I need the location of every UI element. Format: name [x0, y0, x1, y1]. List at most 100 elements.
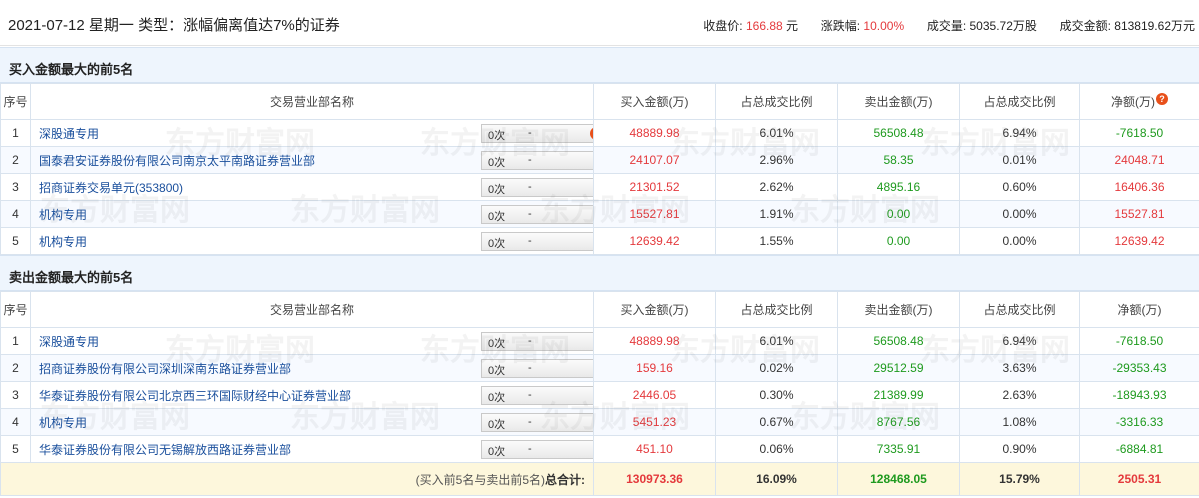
col-header-branch: 交易营业部名称 — [30, 83, 594, 120]
trade-count-dash: - — [528, 235, 532, 247]
col-header-net-label: 净额(万) — [1111, 95, 1155, 109]
branch-cell: 深股通专用 0次 - — [30, 327, 594, 355]
buy-pct: 2.62% — [715, 173, 838, 201]
trade-count-box[interactable]: 0次 -? — [481, 124, 593, 143]
branch-cell: 机构专用 0次 - — [30, 200, 594, 228]
branch-name-link[interactable]: 机构专用 — [39, 416, 87, 430]
trade-count-box[interactable]: 0次 - — [481, 205, 593, 224]
trade-count: 0次 — [488, 130, 506, 142]
trade-count-box[interactable]: 0次 - — [481, 359, 593, 378]
trade-count-box[interactable]: 0次 - — [481, 440, 593, 459]
sell-amount: 4895.16 — [837, 173, 960, 201]
row-no: 5 — [0, 227, 31, 255]
net-amount: 12639.42 — [1079, 227, 1199, 255]
total-row: (买入前5名与卖出前5名)总合计: 130973.36 16.09% 12846… — [0, 462, 1199, 496]
sell-pct: 0.60% — [959, 173, 1080, 201]
trade-count-box[interactable]: 0次 - — [481, 386, 593, 405]
branch-cell: 深股通专用 0次 -? — [30, 119, 594, 147]
net-amount: -18943.93 — [1079, 381, 1199, 409]
help-icon[interactable]: ? — [1156, 93, 1168, 105]
buy-amount: 12639.42 — [593, 227, 716, 255]
table-header-row: 序号 交易营业部名称 买入金额(万) 占总成交比例 卖出金额(万) 占总成交比例… — [0, 83, 1199, 120]
sell-amount: 58.35 — [837, 146, 960, 174]
table-row: 5 华泰证券股份有限公司无锡解放西路证券营业部 0次 - 451.10 0.06% 7335… — [0, 435, 1199, 463]
col-header-sell-pct: 占总成交比例 — [959, 83, 1080, 120]
buy-pct: 0.06% — [715, 435, 838, 463]
row-no: 1 — [0, 327, 31, 355]
row-no: 4 — [0, 200, 31, 228]
volume-value: 5035.72万股 — [969, 19, 1037, 33]
sell-pct: 0.90% — [959, 435, 1080, 463]
sell-pct: 6.94% — [959, 327, 1080, 355]
buy-pct: 1.55% — [715, 227, 838, 255]
branch-name-link[interactable]: 华泰证券股份有限公司北京西三环国际财经中心证券营业部 — [39, 389, 351, 403]
branch-name-link[interactable]: 招商证券股份有限公司深圳深南东路证券营业部 — [39, 362, 291, 376]
table-row: 1 深股通专用 0次 -?48889.986.01%56508.486.94%-761… — [0, 119, 1199, 147]
branch-name-link[interactable]: 机构专用 — [39, 235, 87, 249]
branch-name-link[interactable]: 招商证券交易单元(353800) — [39, 181, 183, 195]
net-amount: -3316.33 — [1079, 408, 1199, 436]
buy-section-header: 买入金额最大的前5名 — [0, 47, 1199, 83]
total-sell: 128468.05 — [837, 462, 960, 496]
branch-name-link[interactable]: 深股通专用 — [39, 335, 99, 349]
col-header-net: 净额(万)? — [1079, 83, 1199, 120]
trade-count-dash: - — [528, 127, 532, 139]
trade-count-box[interactable]: 0次 - — [481, 413, 593, 432]
net-amount: -29353.43 — [1079, 354, 1199, 382]
net-amount: -7618.50 — [1079, 327, 1199, 355]
trade-count: 0次 — [488, 365, 506, 377]
sell-section-header: 卖出金额最大的前5名 — [0, 255, 1199, 291]
branch-cell: 招商证券交易单元(353800) 0次 - — [30, 173, 594, 201]
trade-count: 0次 — [488, 238, 506, 250]
table-row: 5 机构专用 0次 -12639.42 1.55% 0.00 0.00% 12639.42 — [0, 227, 1199, 255]
trade-count-dash: - — [528, 362, 532, 374]
col-header-no: 序号 — [0, 291, 31, 328]
buy-top5-table: 序号 交易营业部名称 买入金额(万) 占总成交比例 卖出金额(万) 占总成交比例… — [0, 83, 1199, 255]
branch-name-link[interactable]: 华泰证券股份有限公司无锡解放西路证券营业部 — [39, 443, 291, 457]
row-no: 4 — [0, 408, 31, 436]
trade-count-box[interactable]: 0次 - — [481, 232, 593, 251]
summary-bar: 2021-07-12 星期一 类型：涨幅偏离值达7%的证券 收盘价: 166.8… — [0, 0, 1199, 46]
amount-value: 813819.62万元 — [1114, 19, 1195, 33]
trade-count-box[interactable]: 0次 - — [481, 332, 593, 351]
branch-name-link[interactable]: 国泰君安证券股份有限公司南京太平南路证券营业部 — [39, 154, 315, 168]
branch-cell: 机构专用 0次 - — [30, 227, 594, 255]
sell-pct: 2.63% — [959, 381, 1080, 409]
branch-cell: 华泰证券股份有限公司无锡解放西路证券营业部 0次 - — [30, 435, 594, 463]
trade-count-dash: - — [528, 443, 532, 455]
col-header-sell: 卖出金额(万) — [837, 291, 960, 328]
branch-name-link[interactable]: 机构专用 — [39, 208, 87, 222]
trade-count-box[interactable]: 0次 - — [481, 178, 593, 197]
help-icon[interactable]: ? — [590, 127, 593, 140]
trade-count-box[interactable]: 0次 - — [481, 151, 593, 170]
sell-amount: 7335.91 — [837, 435, 960, 463]
branch-cell: 机构专用 0次 - — [30, 408, 594, 436]
table-row: 3 华泰证券股份有限公司北京西三环国际财经中心证券营业部 0次 - 2446.05 0.3… — [0, 381, 1199, 409]
table-row: 3 招商证券交易单元(353800) 0次 - 21301.52 2.62% 4895.16… — [0, 173, 1199, 201]
total-label: (买入前5名与卖出前5名)总合计: — [0, 462, 594, 496]
buy-amount: 21301.52 — [593, 173, 716, 201]
volume-label: 成交量: — [926, 19, 967, 33]
buy-pct: 2.96% — [715, 146, 838, 174]
trade-count: 0次 — [488, 157, 506, 169]
sell-amount: 8767.56 — [837, 408, 960, 436]
sell-top5-table: 序号 交易营业部名称 买入金额(万) 占总成交比例 卖出金额(万) 占总成交比例… — [0, 291, 1199, 496]
branch-name-link[interactable]: 深股通专用 — [39, 127, 99, 141]
branch-cell: 招商证券股份有限公司深圳深南东路证券营业部 0次 - — [30, 354, 594, 382]
row-no: 3 — [0, 173, 31, 201]
sell-amount: 29512.59 — [837, 354, 960, 382]
page-title: 2021-07-12 星期一 类型：涨幅偏离值达7%的证券 — [8, 17, 340, 34]
row-no: 1 — [0, 119, 31, 147]
buy-pct: 0.30% — [715, 381, 838, 409]
buy-amount: 159.16 — [593, 354, 716, 382]
table-row: 4 机构专用 0次 - 5451.23 0.67% 8767.56 1.08% -3316.33 — [0, 408, 1199, 436]
col-header-buy-pct: 占总成交比例 — [715, 83, 838, 120]
trade-count-dash: - — [528, 416, 532, 428]
branch-cell: 国泰君安证券股份有限公司南京太平南路证券营业部 0次 - — [30, 146, 594, 174]
col-header-branch: 交易营业部名称 — [30, 291, 594, 328]
total-sell-pct: 15.79% — [959, 462, 1080, 496]
sell-amount: 56508.48 — [837, 119, 960, 147]
buy-amount: 48889.98 — [593, 119, 716, 147]
net-amount: 16406.36 — [1079, 173, 1199, 201]
trade-count: 0次 — [488, 184, 506, 196]
